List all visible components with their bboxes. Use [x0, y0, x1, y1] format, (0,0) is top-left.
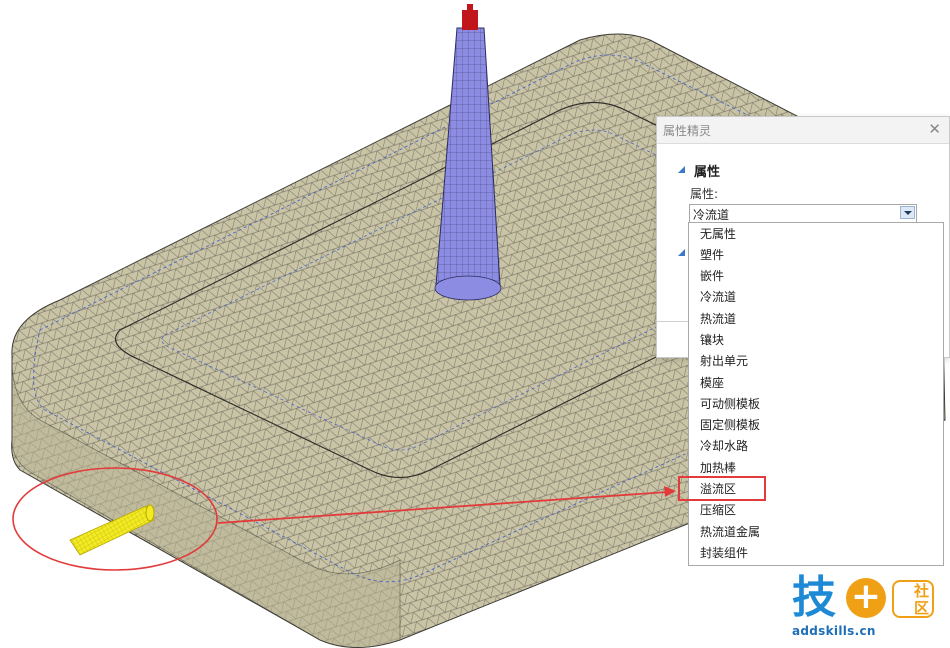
logo-url: addskills.cn	[792, 624, 876, 638]
dropdown-option[interactable]: 塑件	[700, 245, 724, 265]
dropdown-option[interactable]: 镶块	[700, 330, 724, 350]
logo-badge: 社 区	[892, 580, 934, 618]
property-combobox[interactable]: 冷流道	[689, 204, 917, 223]
plus-icon: +	[846, 578, 886, 618]
dropdown-arrow-icon[interactable]	[900, 206, 915, 219]
property-dropdown-list: 无属性 塑件 嵌件 冷流道 热流道 镶块 射出单元 模座 可动侧模板 固定侧模板…	[688, 222, 944, 566]
section-title: 属性	[694, 165, 721, 180]
logo-main-char: 技	[792, 572, 836, 623]
dropdown-option[interactable]: 冷却水路	[700, 436, 748, 456]
overflow-cylinder-end	[145, 504, 155, 522]
dropdown-option[interactable]: 压缩区	[700, 500, 736, 520]
close-icon[interactable]: ✕	[928, 120, 941, 138]
collapse-triangle-icon[interactable]	[678, 166, 685, 173]
dialog-divider	[657, 321, 690, 322]
property-combobox-value: 冷流道	[693, 208, 730, 222]
logo-badge-top: 社	[914, 582, 930, 600]
dropdown-option[interactable]: 冷流道	[700, 287, 736, 307]
dropdown-option[interactable]: 加热棒	[700, 458, 736, 478]
sprue-tip	[462, 10, 478, 30]
collapse-triangle-icon[interactable]	[678, 249, 685, 256]
dropdown-option[interactable]: 可动侧模板	[700, 394, 760, 414]
dropdown-option[interactable]: 射出单元	[700, 351, 748, 371]
dialog-titlebar[interactable]: 属性精灵 ✕	[657, 117, 949, 144]
dropdown-option[interactable]: 热流道金属	[700, 522, 760, 542]
dialog-title: 属性精灵	[663, 124, 712, 138]
addskills-logo: 技 + 社 区 addskills.cn	[792, 574, 942, 638]
dropdown-option[interactable]: 封装组件	[700, 543, 748, 563]
highlight-box	[678, 476, 766, 501]
sprue-base	[434, 275, 502, 301]
dropdown-option[interactable]: 嵌件	[700, 266, 724, 286]
logo-badge-bottom: 区	[914, 599, 930, 617]
dropdown-option[interactable]: 模座	[700, 373, 724, 393]
dropdown-option[interactable]: 无属性	[700, 224, 736, 244]
property-field-label: 属性:	[690, 187, 719, 201]
dropdown-option[interactable]: 固定侧模板	[700, 415, 760, 435]
dropdown-option[interactable]: 热流道	[700, 309, 736, 329]
sprue-tip-cap	[467, 4, 473, 12]
sprue-cone	[435, 27, 501, 296]
